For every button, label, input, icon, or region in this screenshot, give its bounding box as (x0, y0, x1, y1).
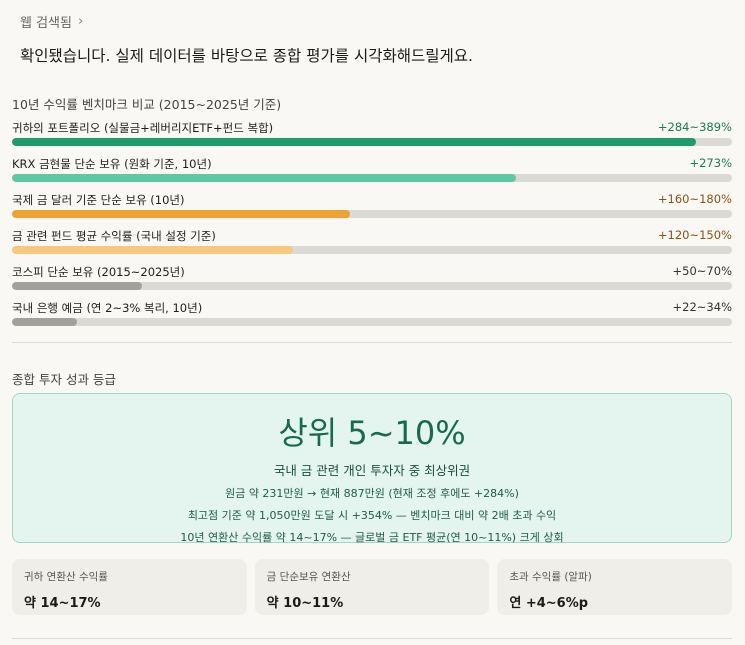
bar-row: 국제 금 달러 기준 단순 보유 (10년) +160~180% (12, 192, 732, 228)
bar-value-label: +160~180% (657, 192, 732, 206)
grade-detail-line: 원금 약 231만원 → 현재 887만원 (현재 조정 후에도 +284%) (225, 487, 519, 500)
metric-card-label: 초과 수익률 (알파) (509, 571, 592, 583)
grade-subtitle: 국내 금 관련 개인 투자자 중 최상위권 (273, 463, 471, 478)
bar-fill (12, 246, 293, 254)
bar-label: 국내 은행 예금 (연 2~3% 복리, 10년) (12, 301, 203, 315)
benchmark-bar-chart: 귀하의 포트폴리오 (실물금+레버리지ETF+펀드 복합) +284~389% KR… (12, 120, 732, 336)
intro-text: 확인됐습니다. 실제 데이터를 바탕으로 종합 평가를 시각화해드릴게요. (20, 47, 473, 65)
bar-value-label: +22~34% (672, 300, 732, 314)
divider (12, 342, 732, 343)
bar-fill (12, 282, 142, 290)
metric-card-value: 약 14~17% (24, 596, 101, 611)
web-search-label: 웹 검색됨 (20, 16, 72, 31)
bar-row: 귀하의 포트폴리오 (실물금+레버리지ETF+펀드 복합) +284~389% (12, 120, 732, 156)
bar-label: KRX 금현물 단순 보유 (원화 기준, 10년) (12, 157, 212, 171)
grade-detail-line: 최고점 기준 약 1,050만원 도달 시 +354% — 벤치마크 대비 약 … (187, 509, 557, 522)
bar-row: 국내 은행 예금 (연 2~3% 복리, 10년) +22~34% (12, 300, 732, 336)
web-search-link[interactable]: 웹 검색됨 › (20, 12, 83, 31)
bar-track (12, 318, 732, 326)
bar-fill (12, 138, 696, 146)
metric-card: 금 단순보유 연환산 약 10~11% (254, 559, 490, 615)
bar-value-label: +120~150% (657, 228, 732, 242)
metric-card-value: 약 10~11% (266, 596, 344, 611)
grade-box: 상위 5~10% 국내 금 관련 개인 투자자 중 최상위권 원금 약 231만… (12, 393, 732, 544)
bar-track (12, 246, 732, 254)
bar-label: 귀하의 포트폴리오 (실물금+레버리지ETF+펀드 복합) (12, 121, 274, 135)
bar-value-label: +50~70% (672, 264, 732, 278)
bar-row: KRX 금현물 단순 보유 (원화 기준, 10년) +273% (12, 156, 732, 192)
metric-card-label: 귀하 연환산 수익률 (24, 571, 108, 583)
chevron-right-icon: › (77, 14, 84, 29)
bar-label: 코스피 단순 보유 (2015~2025년) (12, 265, 185, 279)
bar-track (12, 174, 732, 182)
bar-row: 코스피 단순 보유 (2015~2025년) +50~70% (12, 264, 732, 300)
metric-card: 귀하 연환산 수익률 약 14~17% (12, 559, 247, 615)
bar-value-label: +284~389% (657, 120, 732, 134)
bar-row: 금 관련 펀드 평균 수익률 (국내 설정 기준) +120~150% (12, 228, 732, 264)
bar-fill (12, 210, 351, 218)
divider (12, 638, 732, 639)
grade-title: 상위 5~10% (278, 414, 466, 452)
grade-detail-line: 10년 연환산 수익률 약 14~17% — 글로벌 금 ETF 평균(연 10… (180, 531, 564, 544)
metric-card-value: 연 +4~6%p (509, 596, 589, 611)
bar-track (12, 138, 732, 146)
bar-label: 금 관련 펀드 평균 수익률 (국내 설정 기준) (12, 229, 216, 243)
bar-value-label: +273% (689, 156, 732, 170)
bar-track (12, 210, 732, 218)
bar-fill (12, 174, 516, 182)
bar-track (12, 282, 732, 290)
metric-card-label: 금 단순보유 연환산 (266, 571, 351, 583)
grade-section-title: 종합 투자 성과 등급 (12, 372, 116, 387)
benchmark-title: 10년 수익률 벤치마크 비교 (2015~2025년 기준) (12, 97, 282, 112)
bar-fill (12, 318, 77, 326)
metric-card: 초과 수익률 (알파) 연 +4~6%p (497, 559, 733, 615)
metric-cards: 귀하 연환산 수익률 약 14~17% 금 단순보유 연환산 약 10~11% … (12, 559, 733, 615)
bar-label: 국제 금 달러 기준 단순 보유 (10년) (12, 193, 185, 207)
